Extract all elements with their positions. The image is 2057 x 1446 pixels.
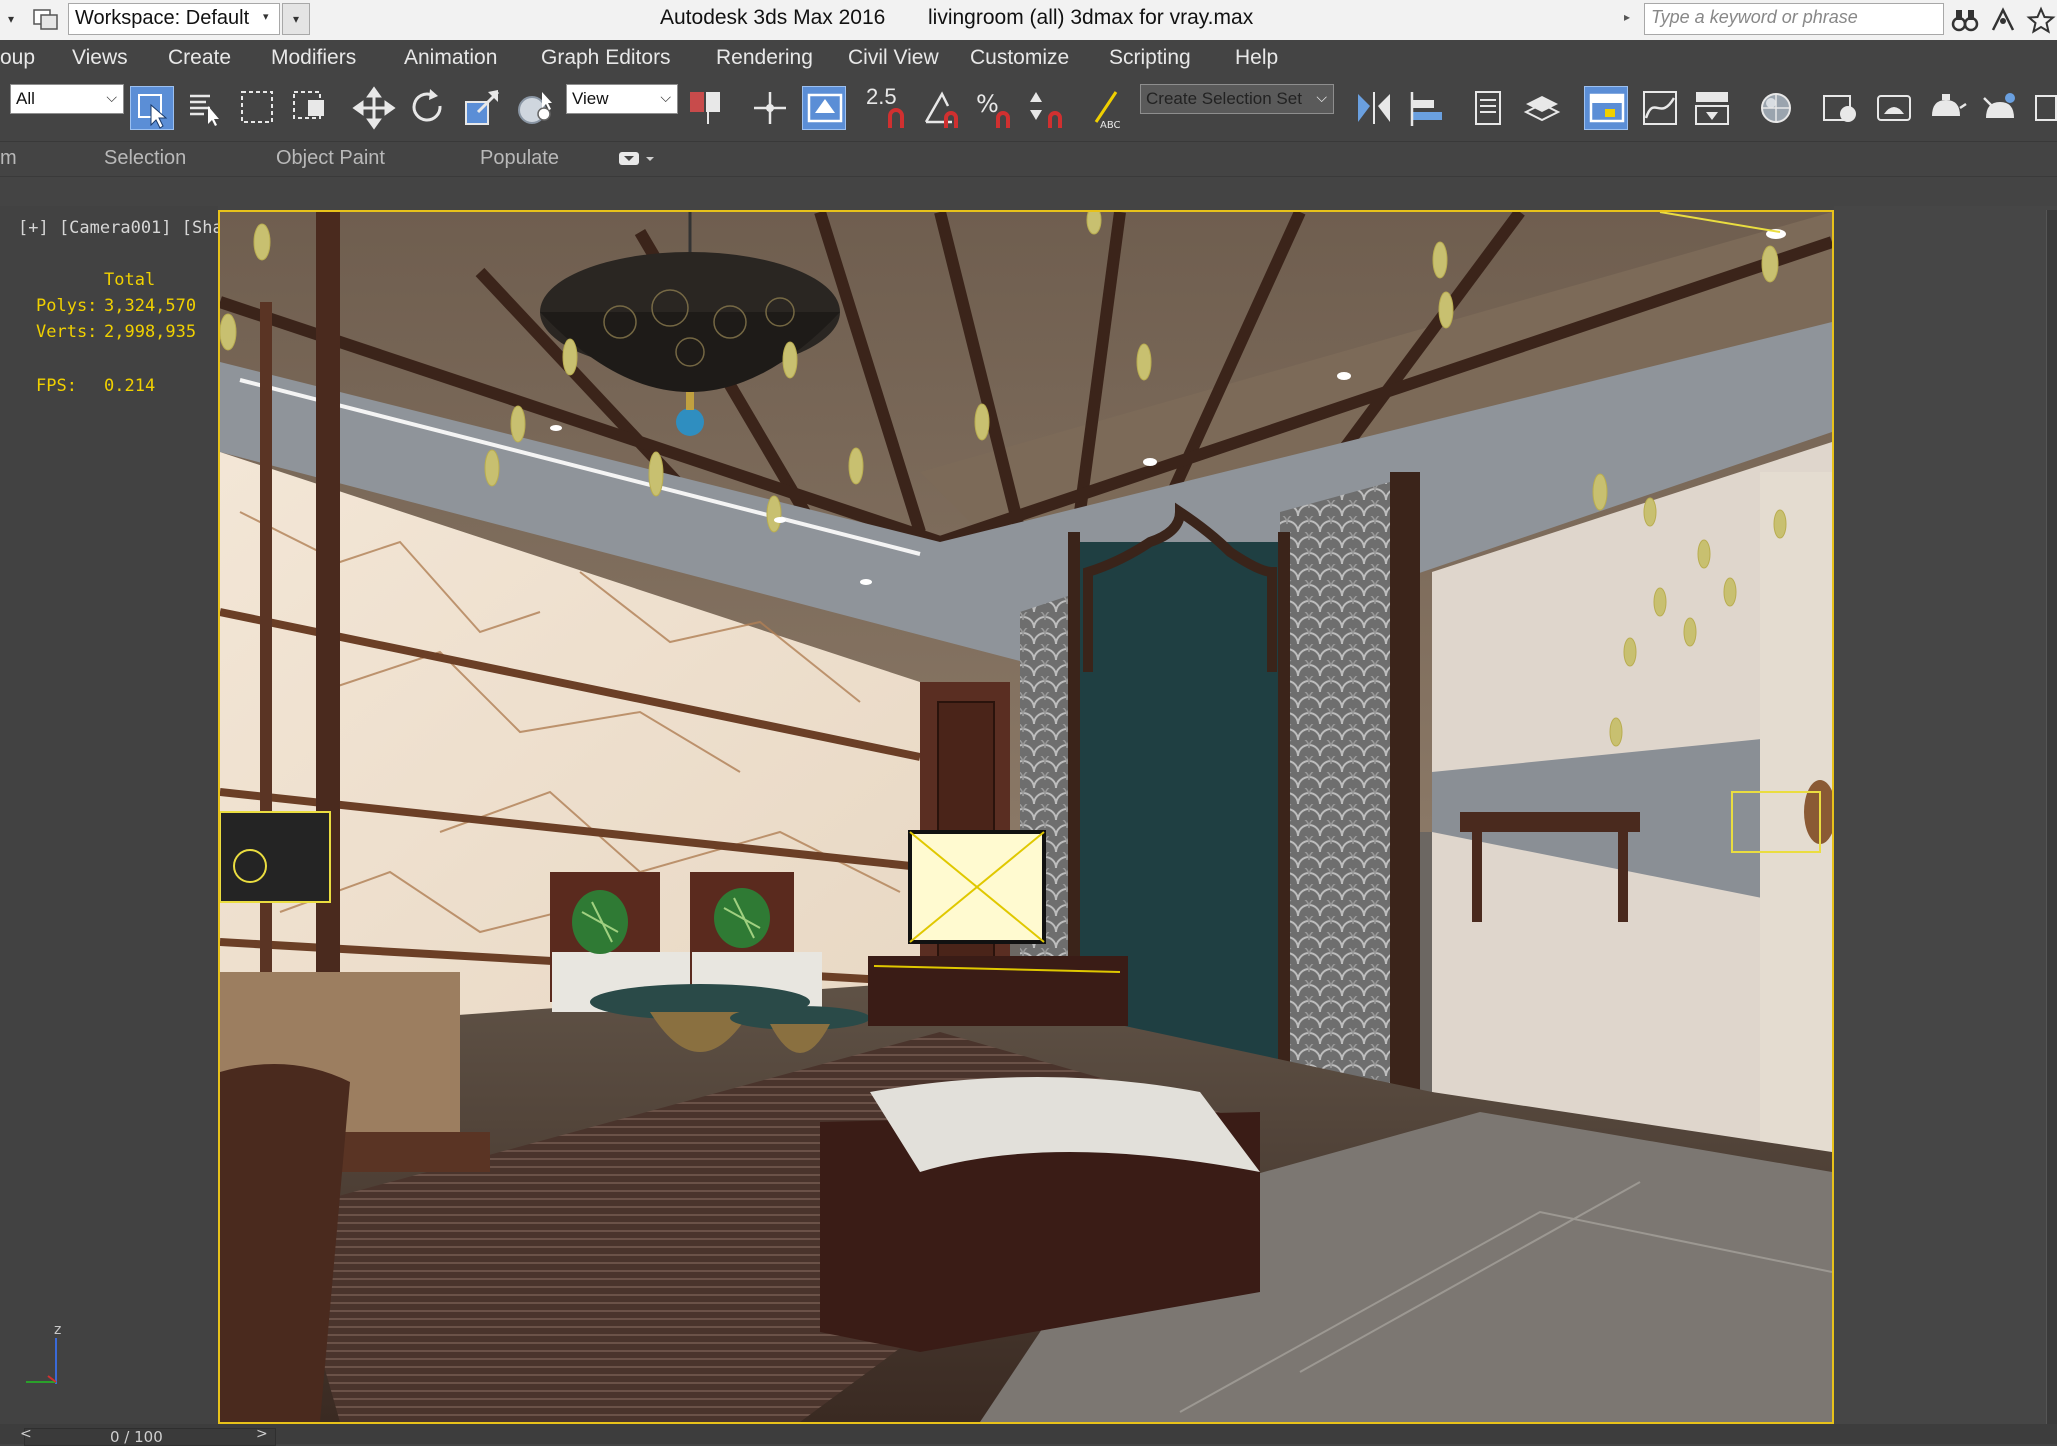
select-and-move-button[interactable] (352, 86, 396, 130)
menu-item-customize[interactable]: Customize (970, 46, 1069, 70)
selection-filter-dropdown[interactable]: All ⌵ (10, 84, 124, 114)
online-render-button[interactable] (2030, 86, 2057, 130)
select-by-name-button[interactable] (184, 86, 228, 130)
window-crossing-button[interactable] (288, 86, 332, 130)
workspace-label: Workspace: Default (75, 7, 250, 29)
stats-verts-label: Verts: (36, 322, 98, 342)
named-selection-set-value: Create Selection Set (1146, 89, 1302, 108)
select-and-place-button[interactable] (514, 86, 558, 130)
menu-item-help[interactable]: Help (1235, 46, 1278, 70)
app-title: Autodesk 3ds Max 2016 (660, 6, 886, 29)
select-and-scale-button[interactable] (460, 86, 504, 130)
menu-item-animation[interactable]: Animation (404, 46, 497, 70)
rectangular-selection-region-button[interactable] (236, 86, 280, 130)
select-and-rotate-button[interactable] (406, 86, 450, 130)
chevron-down-icon: ⌵ (660, 89, 671, 105)
tab-populate[interactable]: Populate (480, 147, 559, 170)
chevron-down-icon: ⌵ (106, 89, 117, 105)
align-button[interactable] (1406, 86, 1450, 130)
communication-center-icon[interactable] (1988, 6, 2018, 34)
mirror-button[interactable] (1352, 86, 1396, 130)
spinner-snap-toggle-button[interactable] (1024, 86, 1068, 130)
command-panel-scrollbar[interactable] (2046, 210, 2057, 1424)
menu-item-create[interactable]: Create (168, 46, 231, 70)
render-production-button[interactable] (1924, 86, 1968, 130)
quick-access-arrow-icon[interactable]: ▾ (4, 10, 18, 28)
stats-verts-value: 2,998,935 (104, 322, 197, 342)
reference-coordinate-value: View (572, 89, 609, 108)
menu-item-rendering[interactable]: Rendering (716, 46, 813, 70)
search-input[interactable]: Type a keyword or phrase (1644, 3, 1944, 35)
percent-snap-toggle-button[interactable]: % (972, 86, 1016, 130)
menu-item-graph-editors[interactable]: Graph Editors (541, 46, 671, 70)
search-expand-icon[interactable]: ▸ (1624, 10, 1630, 24)
ribbon-bar: m Selection Object Paint Populate (0, 142, 2057, 177)
scene-explorer-button[interactable] (1466, 86, 1510, 130)
tab-modeling[interactable]: m (0, 147, 17, 170)
menu-item-civil-view[interactable]: Civil View (848, 46, 939, 70)
svg-text:ABC: ABC (1100, 120, 1121, 130)
menu-bar: oup Views Create Modifiers Animation Gra… (0, 40, 2057, 77)
camera-viewport[interactable] (218, 210, 1834, 1424)
workspace-dropdown[interactable]: Workspace: Default ▾ (68, 3, 280, 35)
quick-access-menu-button[interactable]: ▾ (282, 3, 310, 35)
time-slider-prev-icon[interactable]: < (20, 1426, 32, 1442)
menu-item-views[interactable]: Views (72, 46, 128, 70)
layer-explorer-button[interactable] (1520, 86, 1564, 130)
stats-total-header: Total (104, 270, 156, 290)
time-slider-next-icon[interactable]: > (256, 1426, 268, 1442)
rendered-frame-window-button[interactable] (1872, 86, 1916, 130)
tab-selection[interactable]: Selection (104, 147, 186, 170)
schematic-view-button[interactable] (1690, 86, 1734, 130)
menu-item-scripting[interactable]: Scripting (1109, 46, 1191, 70)
pivot-center-button[interactable] (686, 86, 730, 130)
title-bar: ▾ Workspace: Default ▾ ▾ Autodesk 3ds Ma… (0, 0, 2057, 41)
manipulate-button[interactable] (748, 86, 792, 130)
scene-render (220, 212, 1832, 1422)
time-slider-frame-label: 0 / 100 (110, 1428, 163, 1446)
keyboard-shortcut-override-button[interactable] (802, 86, 846, 130)
selection-filter-value: All (16, 89, 35, 108)
workspace-icon[interactable] (32, 6, 60, 32)
time-slider-bar (0, 1424, 2057, 1444)
favorites-star-icon[interactable] (2026, 6, 2056, 34)
svg-text:%: % (976, 90, 999, 118)
binoculars-icon[interactable] (1950, 6, 1980, 34)
material-editor-button[interactable] (1754, 86, 1798, 130)
menu-item-modifiers[interactable]: Modifiers (271, 46, 356, 70)
stats-fps-value: 0.214 (104, 376, 156, 396)
chevron-down-icon: ▾ (263, 10, 269, 23)
axis-z-label: z (54, 1322, 62, 1338)
command-panel-area (1834, 206, 2057, 1424)
render-setup-button[interactable] (1818, 86, 1862, 130)
stats-polys-value: 3,324,570 (104, 296, 197, 316)
curve-editor-button[interactable] (1638, 86, 1682, 130)
file-title: livingroom (all) 3dmax for vray.max (928, 6, 1254, 29)
ribbon-options-icon[interactable] (618, 150, 656, 168)
select-object-button[interactable] (130, 86, 174, 130)
render-in-cloud-button[interactable] (1978, 86, 2022, 130)
named-selection-set-dropdown[interactable]: Create Selection Set ⌵ (1140, 84, 1334, 114)
angle-snap-toggle-button[interactable] (920, 86, 964, 130)
edit-named-selection-sets-button[interactable]: ABC (1086, 86, 1130, 130)
toggle-ribbon-button[interactable] (1584, 86, 1628, 130)
menu-item-group[interactable]: oup (0, 46, 35, 70)
stats-polys-label: Polys: (36, 296, 98, 316)
reference-coordinate-dropdown[interactable]: View ⌵ (566, 84, 678, 114)
chevron-down-icon: ⌵ (1316, 89, 1327, 105)
stats-fps-label: FPS: (36, 376, 77, 396)
tab-object-paint[interactable]: Object Paint (276, 147, 385, 170)
snaps-toggle-icon (866, 86, 910, 130)
